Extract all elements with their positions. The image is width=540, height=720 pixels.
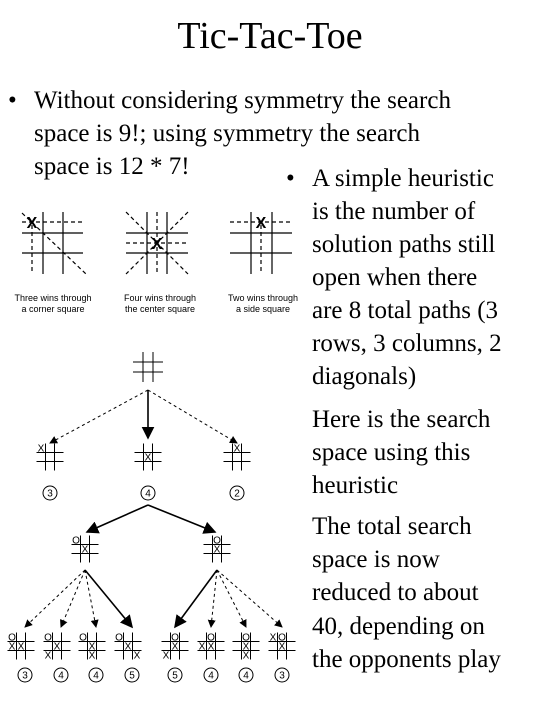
x-mark: X [45, 651, 52, 662]
o-mark: O [72, 536, 80, 547]
move-arrow [49, 389, 149, 444]
bullet2-line: A simple heuristic [312, 165, 494, 192]
score-value: 3 [22, 671, 28, 682]
board: OXX [78, 632, 106, 662]
caption: the center square [125, 304, 195, 314]
board: X [223, 443, 251, 471]
x-mark: X [18, 642, 25, 653]
para4-line: space is now [312, 546, 440, 573]
board: X [36, 443, 64, 471]
x-mark: X [89, 651, 96, 662]
bullet2-line: rows, 3 columns, 2 [312, 330, 502, 357]
x-mark: X [234, 444, 241, 455]
x-mark: X [9, 642, 16, 653]
best-move-arrow [85, 504, 149, 534]
x-mark: X [152, 236, 163, 253]
search-tree: X3X4X2OXOXOX X3OXX4OXX4OXX5OXX5OX X4OXX4X O… [7, 352, 296, 683]
para4-line: the opponents play [312, 646, 501, 673]
board: OX [203, 535, 231, 563]
caption: a side square [236, 304, 290, 314]
caption: Three wins through [14, 293, 91, 303]
x-mark: X [27, 215, 38, 232]
move-arrow [216, 569, 247, 628]
x-mark: X [243, 651, 250, 662]
x-mark: X [270, 633, 277, 644]
x-mark: X [125, 642, 132, 653]
best-move-arrow [147, 504, 217, 534]
caption: a corner square [21, 304, 84, 314]
para3-line: Here is the search [312, 406, 491, 433]
score-value: 5 [172, 671, 178, 682]
board: X OX [268, 632, 296, 660]
caption: Two wins through [228, 293, 298, 303]
slide: Tic-Tac-Toe • Without considering symmet… [0, 0, 540, 720]
board: OXX [7, 632, 35, 660]
score-value: 4 [243, 671, 249, 682]
x-mark: X [38, 444, 45, 455]
para4-line: The total search [312, 513, 472, 540]
board: OXX [197, 632, 225, 660]
x-mark: X [54, 642, 61, 653]
x-mark: X [145, 453, 152, 464]
bullet2-line: solution paths still [312, 231, 496, 258]
bullet2-line: are 8 total paths (3 [312, 297, 499, 324]
o-mark: O [44, 633, 52, 644]
para3-line: heuristic [312, 472, 399, 499]
x-mark: X [199, 642, 206, 653]
para4-line: 40, depending on [312, 613, 485, 640]
board: OXX [114, 632, 142, 662]
x-mark: X [256, 215, 267, 232]
board: X [134, 443, 162, 471]
x-mark: X [279, 642, 286, 653]
x-mark: X [134, 651, 141, 662]
tic-tac-toe-figure: X X X Three wins through a corner square… [7, 211, 298, 683]
move-arrow [84, 569, 99, 628]
x-mark: X [82, 545, 89, 556]
board: OXX [161, 632, 189, 662]
score-value: 2 [234, 489, 240, 500]
o-mark: O [115, 633, 123, 644]
move-arrow [60, 569, 86, 628]
para3-line: space using this [312, 439, 471, 466]
best-move-arrow [84, 569, 134, 629]
move-arrow [147, 389, 238, 444]
move-arrow [24, 569, 86, 628]
bullet2-line: is the number of [312, 198, 476, 225]
x-mark: X [208, 642, 215, 653]
score-value: 4 [208, 671, 214, 682]
o-mark: O [79, 633, 87, 644]
x-mark: X [172, 642, 179, 653]
score-value: 3 [47, 489, 53, 500]
score-value: 4 [58, 671, 64, 682]
caption: Four wins through [124, 293, 196, 303]
board [133, 352, 163, 382]
x-mark: X [214, 545, 221, 556]
x-mark: X [163, 651, 170, 662]
score-value: 4 [93, 671, 99, 682]
para4-line: reduced to about [312, 579, 479, 606]
board: OX [71, 535, 99, 563]
move-arrow [207, 569, 218, 628]
bullet2-line: open when there [312, 264, 478, 291]
score-value: 3 [279, 671, 285, 682]
board: OXX [232, 632, 260, 662]
score-value: 5 [129, 671, 135, 682]
bullet2-line: diagonals) [312, 363, 417, 390]
score-value: 4 [145, 489, 151, 500]
move-arrow [216, 569, 283, 628]
board: OXX [43, 632, 71, 662]
best-move-arrow [174, 569, 218, 629]
